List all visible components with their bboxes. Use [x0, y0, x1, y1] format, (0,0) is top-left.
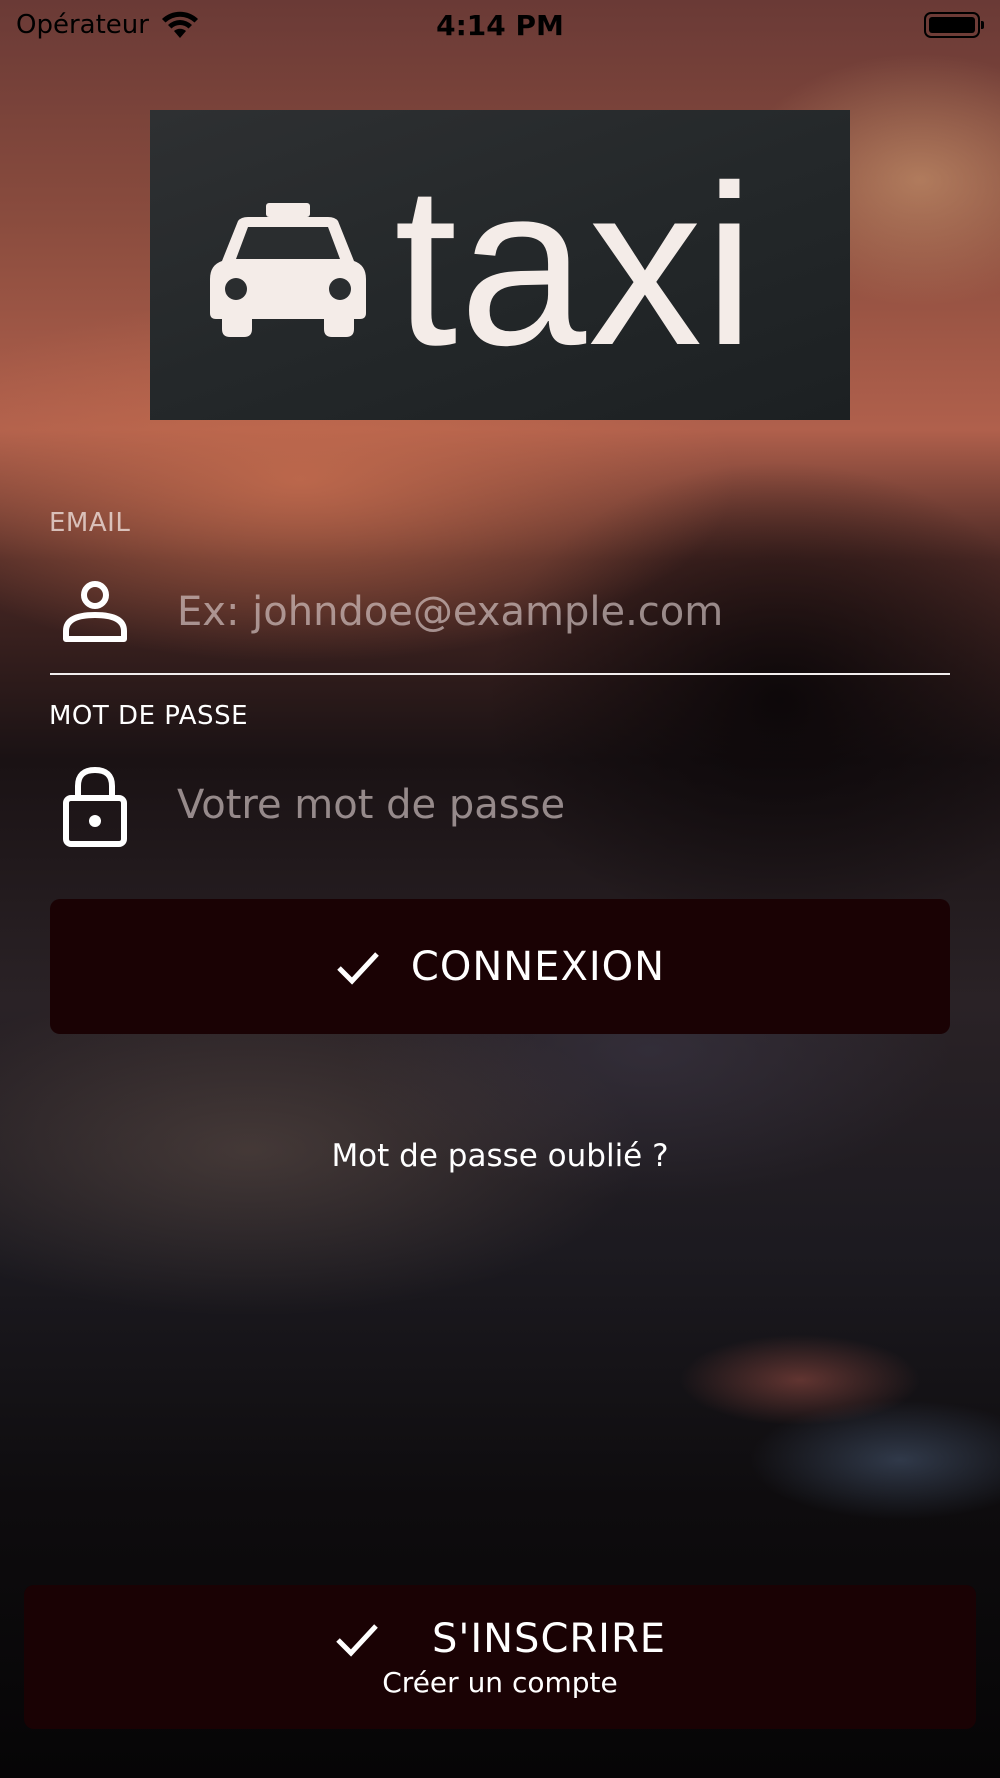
person-icon [49, 566, 141, 658]
login-button[interactable]: CONNEXION [50, 899, 950, 1034]
password-label: MOT DE PASSE [49, 701, 248, 731]
email-label: EMAIL [49, 508, 131, 538]
signup-button-sublabel: Créer un compte [382, 1665, 618, 1699]
check-icon [336, 1623, 378, 1657]
email-field-row [49, 552, 951, 672]
logo-text: taxi [394, 139, 757, 393]
forgot-password-link[interactable]: Mot de passe oublié ? [0, 1138, 1000, 1174]
signup-button[interactable]: S'INSCRIRE Créer un compte [24, 1585, 976, 1729]
carrier-label: Opérateur [16, 10, 149, 40]
taxi-car-icon [210, 203, 366, 337]
battery-level [929, 17, 975, 33]
check-icon [337, 951, 379, 985]
lock-icon [49, 759, 141, 851]
wifi-icon [161, 11, 198, 38]
battery-icon [924, 12, 984, 38]
login-button-label: CONNEXION [410, 943, 666, 990]
taxi-logo: taxi [150, 110, 850, 420]
signup-button-main: S'INSCRIRE [334, 1616, 666, 1662]
status-left: Opérateur [16, 10, 199, 40]
email-underline [50, 673, 950, 675]
signup-button-label: S'INSCRIRE [431, 1615, 667, 1662]
email-input[interactable] [177, 589, 917, 635]
status-bar: Opérateur 4:14 PM [0, 0, 1000, 50]
password-field-row [49, 745, 951, 865]
password-input[interactable] [177, 782, 917, 828]
